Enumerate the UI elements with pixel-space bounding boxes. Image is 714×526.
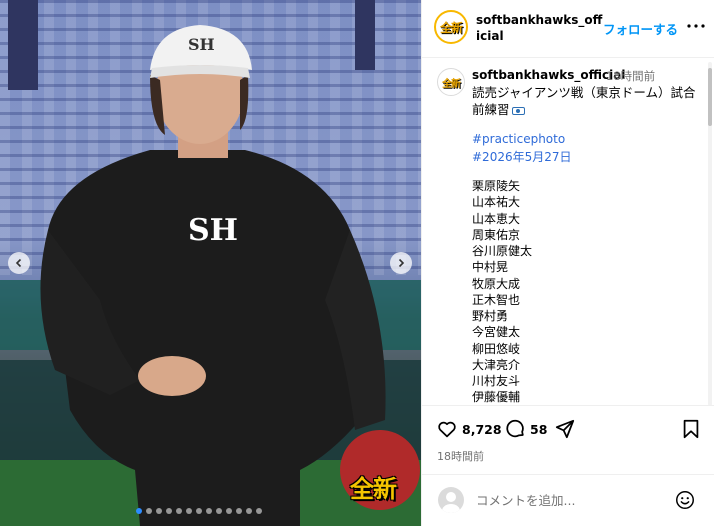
player-name: 周東佑京 xyxy=(472,227,521,242)
carousel-dot xyxy=(216,508,222,514)
player-name: 山本祐大 xyxy=(472,195,521,210)
player-name: 中村晃 xyxy=(472,260,509,275)
comment-icon xyxy=(506,419,524,438)
share-button[interactable] xyxy=(554,418,576,440)
player-name: 栗原陵矢 xyxy=(472,179,521,193)
camera-emoji-icon xyxy=(511,106,525,115)
carousel-dot xyxy=(186,508,192,514)
svg-text:SH: SH xyxy=(188,213,238,248)
photo-logo-badge: 全新 xyxy=(338,462,408,510)
caption-scroll-area[interactable]: softbankhawks_official 18時間前 読売ジャイアンツ戦（東… xyxy=(422,58,714,405)
more-options-button[interactable] xyxy=(684,14,708,38)
carousel-dot xyxy=(156,508,162,514)
carousel-dot xyxy=(146,508,152,514)
caption-username[interactable]: softbankhawks_official xyxy=(472,68,625,82)
post-time-ago: 18時間前 xyxy=(437,450,484,463)
post-header: 全新 softbankhawks_official フォローする xyxy=(422,0,714,58)
player-name: 伊藤優輔 xyxy=(472,390,521,405)
player-name: 牧原大成 xyxy=(472,276,521,291)
emoji-icon[interactable] xyxy=(674,489,696,511)
like-button[interactable]: 8,728 xyxy=(436,418,502,440)
player-name: 山本恵大 xyxy=(472,211,521,226)
carousel-dot xyxy=(136,508,142,514)
account-logo-text: 全新 xyxy=(439,20,463,35)
chevron-right-icon xyxy=(398,258,405,268)
photo-logo-text: 全新 xyxy=(350,473,397,503)
carousel-dot xyxy=(256,508,262,514)
bookmark-icon xyxy=(683,419,699,439)
more-horizontal-icon xyxy=(687,24,705,28)
hashtag-link[interactable]: #practicephoto xyxy=(472,132,565,146)
caption-body: 読売ジャイアンツ戦（東京ドーム）試合前練習 xyxy=(472,85,696,117)
carousel-dot xyxy=(176,508,182,514)
player-name: 柳田悠岐 xyxy=(472,341,521,356)
comment-input[interactable] xyxy=(476,493,656,508)
save-button[interactable] xyxy=(680,418,702,440)
carousel-indicator xyxy=(136,508,262,514)
chevron-left-icon xyxy=(15,258,22,268)
player-name: 大津亮介 xyxy=(472,357,521,372)
comment-bar xyxy=(422,474,714,526)
carousel-dot xyxy=(196,508,202,514)
carousel-dot xyxy=(246,508,252,514)
carousel-dot xyxy=(166,508,172,514)
scrollbar-thumb[interactable] xyxy=(708,68,712,126)
player-figure: SH SH xyxy=(40,25,420,526)
header-username[interactable]: softbankhawks_official xyxy=(476,12,604,44)
comment-count: 58 xyxy=(530,421,548,437)
player-name-list: 栗原陵矢山本祐大 山本恵大 周東佑京谷川原健太中村晃 牧原大成 正木智也野村勇今宮健太柳… xyxy=(472,178,568,405)
account-avatar[interactable]: 全新 xyxy=(434,10,468,44)
post-photo[interactable]: SH SH 全新 xyxy=(0,0,421,526)
comment-button[interactable]: 58 xyxy=(504,418,547,440)
user-avatar xyxy=(438,487,464,513)
caption-time: 18時間前 xyxy=(606,69,656,83)
like-count: 8,728 xyxy=(462,421,502,437)
hashtag-link[interactable]: #2026年5月27日 xyxy=(472,148,572,165)
caption-text: 読売ジャイアンツ戦（東京ドーム）試合前練習 xyxy=(472,84,702,118)
carousel-dot xyxy=(206,508,212,514)
player-name: 野村勇 xyxy=(472,309,509,323)
player-name: 今宮健太 xyxy=(472,325,521,340)
send-icon xyxy=(555,419,575,439)
next-photo-button[interactable] xyxy=(390,252,412,274)
previous-photo-button[interactable] xyxy=(8,252,30,274)
post-details-panel: 全新 softbankhawks_official フォローする 全新 soft… xyxy=(421,0,714,526)
player-name: 谷川原健太 xyxy=(472,244,533,258)
carousel-dot xyxy=(236,508,242,514)
carousel-dot xyxy=(226,508,232,514)
follow-button[interactable]: フォローする xyxy=(603,19,678,38)
player-name: 川村友斗 xyxy=(472,374,521,388)
player-name: 正木智也 xyxy=(472,292,521,307)
svg-text:SH: SH xyxy=(188,35,215,54)
heart-icon xyxy=(438,421,456,438)
post-actions: 8,728 58 18時間前 xyxy=(422,405,714,480)
